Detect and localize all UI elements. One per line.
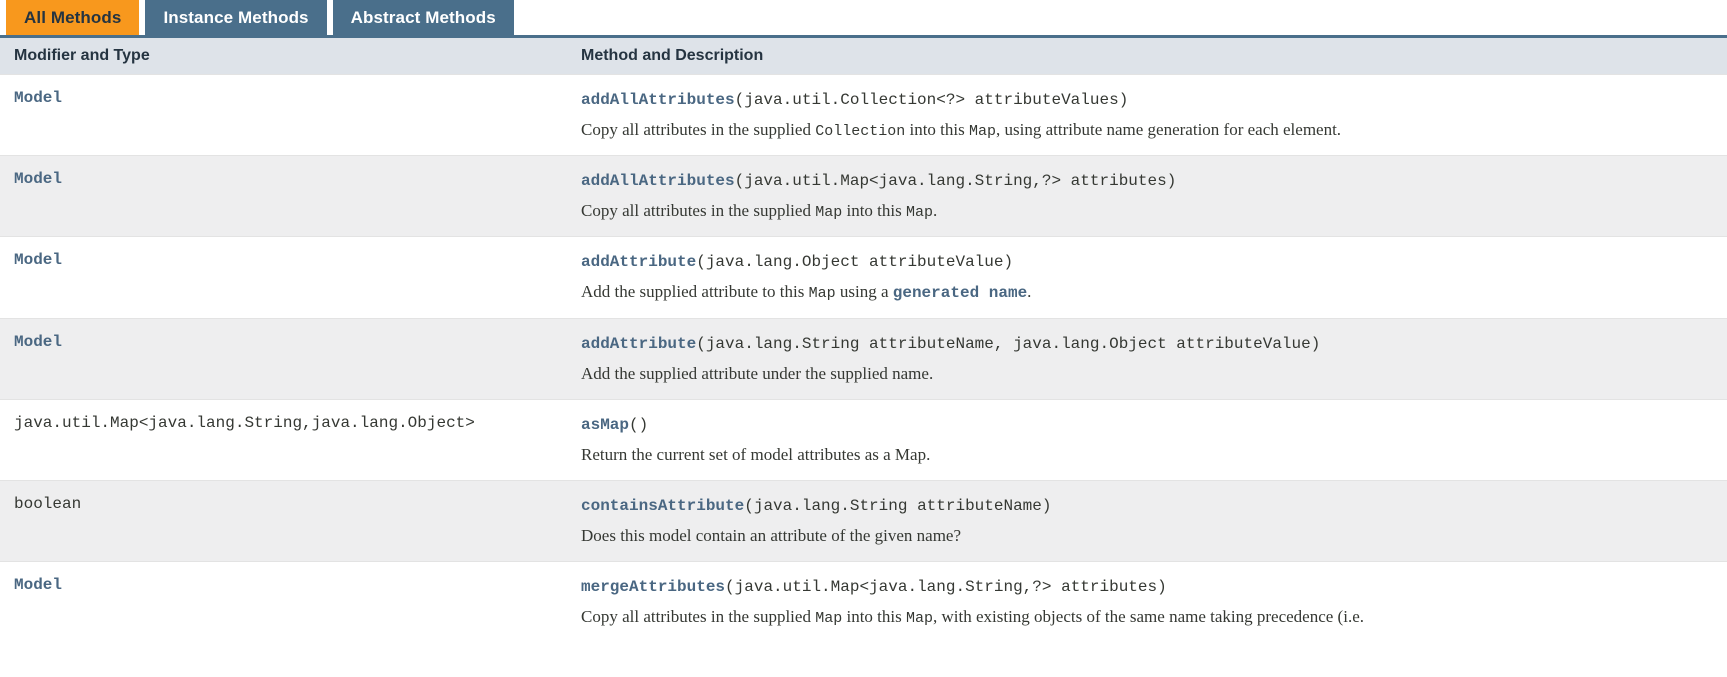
- return-type-text: boolean: [14, 495, 82, 514]
- description-text: Copy all attributes in the supplied: [581, 119, 816, 139]
- cell-method-and-description: addAttribute(java.lang.String attributeN…: [576, 317, 1727, 400]
- method-signature: addAllAttributes(java.util.Collection<?>…: [581, 86, 1723, 113]
- method-name-link[interactable]: mergeAttributes: [581, 578, 725, 596]
- tab-all-methods[interactable]: All Methods: [6, 0, 140, 35]
- method-signature: addAttribute(java.lang.Object attributeV…: [581, 248, 1723, 275]
- method-name-link[interactable]: asMap: [581, 416, 629, 434]
- method-parameters: (java.lang.Object attributeValue): [696, 253, 1014, 272]
- description-text: Add the supplied attribute under the sup…: [581, 363, 934, 383]
- cell-modifier-and-type: java.util.Map<java.lang.String,java.lang…: [0, 399, 576, 481]
- method-parameters: (): [629, 416, 649, 435]
- method-parameters: (java.util.Collection<?> attributeValues…: [734, 91, 1129, 109]
- return-type-link[interactable]: Model: [14, 170, 62, 188]
- description-text: into this: [842, 607, 906, 627]
- tab-label: All Methods: [24, 8, 122, 27]
- method-name-link[interactable]: containsAttribute: [581, 497, 744, 515]
- description-text: .: [933, 200, 938, 220]
- table-row: java.util.Map<java.lang.String,java.lang…: [0, 399, 1727, 481]
- method-parameters: (java.lang.String attributeName, java.la…: [696, 334, 1321, 353]
- description-text: into this: [842, 200, 906, 220]
- method-parameters: (java.util.Map<java.lang.String,?> attri…: [734, 172, 1177, 191]
- cell-method-and-description: addAttribute(java.lang.Object attributeV…: [576, 236, 1727, 319]
- column-header-modifier-and-type: Modifier and Type: [0, 38, 576, 75]
- tab-label: Abstract Methods: [350, 8, 496, 27]
- description-text: , using attribute name generation for ea…: [996, 119, 1342, 139]
- cell-modifier-and-type: Model: [0, 317, 576, 400]
- return-type-link[interactable]: Model: [14, 576, 62, 594]
- method-description: Copy all attributes in the supplied Coll…: [581, 117, 1723, 143]
- cell-modifier-and-type: boolean: [0, 480, 576, 562]
- description-text: , with existing objects of the same name…: [933, 607, 1364, 627]
- cell-method-and-description: addAllAttributes(java.util.Collection<?>…: [576, 73, 1727, 156]
- method-description: Add the supplied attribute under the sup…: [581, 361, 1723, 387]
- description-text: .: [1027, 282, 1032, 302]
- method-signature: mergeAttributes(java.util.Map<java.lang.…: [581, 573, 1723, 600]
- method-signature: containsAttribute(java.lang.String attri…: [581, 492, 1723, 519]
- tab-abstract-methods[interactable]: Abstract Methods: [332, 0, 514, 35]
- cell-modifier-and-type: Model: [0, 155, 576, 237]
- method-name-link[interactable]: addAttribute: [581, 335, 696, 353]
- return-type-text: java.util.Map<java.lang.String,java.lang…: [14, 414, 475, 433]
- cell-modifier-and-type: Model: [0, 236, 576, 319]
- table-row: Model addAllAttributes(java.util.Map<java…: [0, 155, 1727, 237]
- inline-code: Collection: [815, 122, 906, 140]
- table-row: Model addAllAttributes(java.util.Collecti…: [0, 73, 1727, 156]
- inline-code: Map: [815, 610, 843, 628]
- method-signature: addAttribute(java.lang.String attributeN…: [581, 330, 1723, 357]
- description-text: using a: [835, 282, 893, 302]
- method-name-link[interactable]: addAllAttributes: [581, 172, 735, 190]
- method-parameters: (java.lang.String attributeName): [744, 497, 1052, 516]
- table-row: Model addAttribute(java.lang.Object attri…: [0, 236, 1727, 319]
- inline-code: Map: [808, 285, 836, 303]
- cell-method-and-description: mergeAttributes(java.util.Map<java.lang.…: [576, 561, 1727, 643]
- method-summary-table: Modifier and Type Method and Description…: [0, 38, 1727, 643]
- description-text: Return the current set of model attribut…: [581, 444, 931, 464]
- return-type-link[interactable]: Model: [14, 333, 62, 351]
- return-type-link[interactable]: Model: [14, 89, 62, 107]
- method-description: Copy all attributes in the supplied Map …: [581, 604, 1723, 630]
- description-text: into this: [905, 119, 969, 139]
- table-header-row: Modifier and Type Method and Description: [0, 38, 1727, 75]
- description-text: Does this model contain an attribute of …: [581, 525, 962, 545]
- method-signature: asMap(): [581, 411, 1723, 438]
- method-filter-tabs: All Methods Instance Methods Abstract Meth…: [0, 0, 1727, 38]
- column-header-method-and-description: Method and Description: [576, 38, 1727, 75]
- tab-label: Instance Methods: [163, 8, 309, 27]
- table-row: Model mergeAttributes(java.util.Map<java.…: [0, 561, 1727, 643]
- cell-method-and-description: containsAttribute(java.lang.String attri…: [576, 480, 1727, 562]
- cell-method-and-description: asMap() Return the current set of model a…: [576, 399, 1727, 481]
- cell-modifier-and-type: Model: [0, 73, 576, 156]
- description-text: Copy all attributes in the supplied: [581, 607, 816, 627]
- cell-modifier-and-type: Model: [0, 561, 576, 643]
- method-description: Return the current set of model attribut…: [581, 442, 1723, 468]
- method-description: Does this model contain an attribute of …: [581, 523, 1723, 549]
- method-description: Copy all attributes in the supplied Map …: [581, 198, 1723, 224]
- table-row: Model addAttribute(java.lang.String attri…: [0, 317, 1727, 400]
- inline-code: Map: [905, 610, 933, 628]
- tab-instance-methods[interactable]: Instance Methods: [145, 0, 327, 35]
- method-parameters: (java.util.Map<java.lang.String,?> attri…: [725, 578, 1167, 597]
- description-text: Add the supplied attribute to this: [581, 282, 809, 302]
- inline-link[interactable]: generated name: [893, 284, 1027, 302]
- description-text: Copy all attributes in the supplied: [581, 200, 816, 220]
- method-signature: addAllAttributes(java.util.Map<java.lang…: [581, 167, 1723, 194]
- return-type-link[interactable]: Model: [14, 251, 62, 269]
- inline-code: Map: [815, 203, 843, 221]
- table-row: boolean containsAttribute(java.lang.Strin…: [0, 480, 1727, 562]
- method-name-link[interactable]: addAttribute: [581, 253, 696, 271]
- cell-method-and-description: addAllAttributes(java.util.Map<java.lang…: [576, 155, 1727, 237]
- inline-code: Map: [968, 122, 996, 140]
- inline-code: Map: [905, 203, 933, 221]
- method-description: Add the supplied attribute to this Map u…: [581, 279, 1723, 306]
- method-name-link[interactable]: addAllAttributes: [581, 91, 735, 109]
